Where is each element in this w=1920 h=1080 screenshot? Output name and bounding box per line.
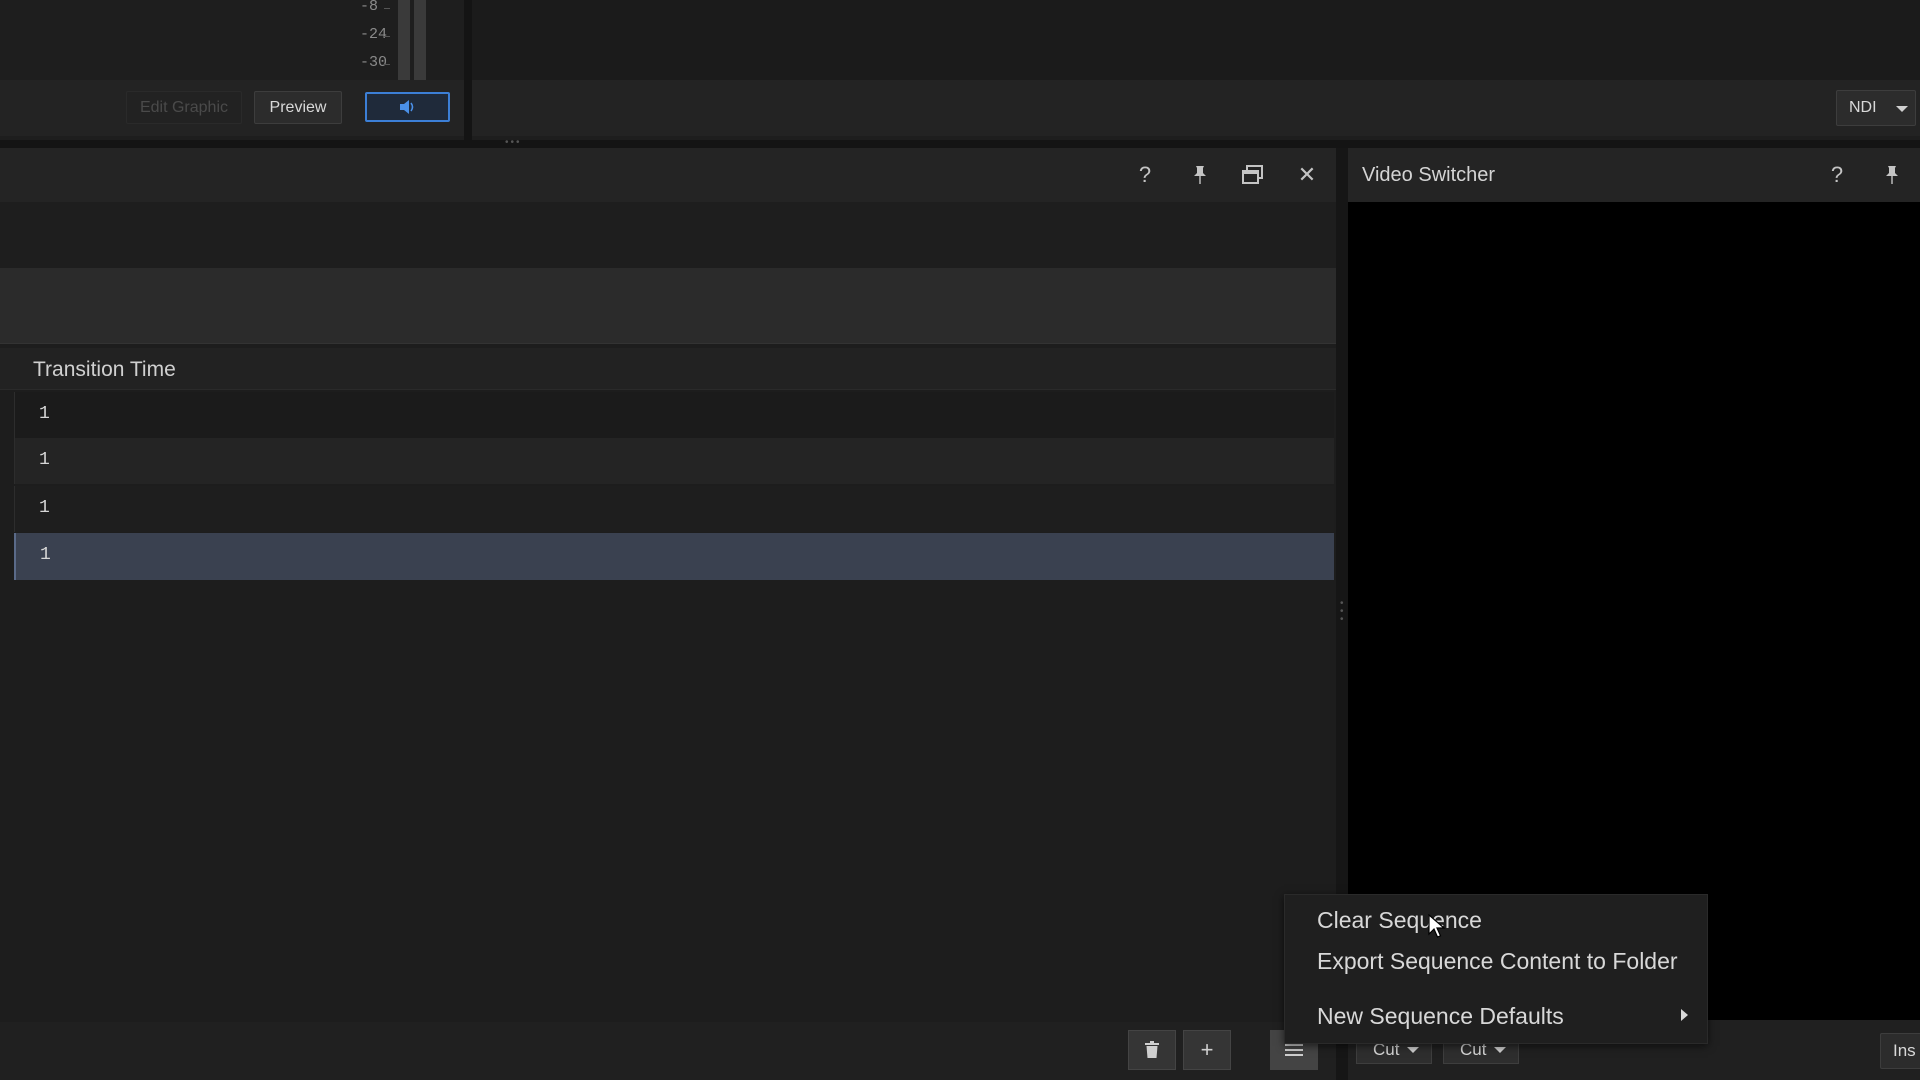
chevron-down-icon	[1896, 106, 1908, 112]
table-row[interactable]: 1	[14, 486, 1334, 532]
pin-icon[interactable]	[1877, 160, 1907, 190]
speaker-toggle-button[interactable]	[365, 92, 450, 122]
sequence-preview-strip	[0, 268, 1336, 344]
preview-button[interactable]: Preview	[254, 91, 342, 124]
speaker-icon	[399, 100, 413, 114]
meter-tick	[384, 64, 390, 65]
splitter-grip-icon[interactable]: •••	[1340, 599, 1344, 630]
plus-icon: +	[1200, 1037, 1214, 1062]
delete-button[interactable]	[1128, 1030, 1176, 1070]
output-panel	[472, 0, 1920, 80]
transition-time-cell: 1	[40, 545, 51, 565]
panel-splitter[interactable]	[464, 0, 472, 140]
splitter-grip-icon[interactable]: •••	[505, 138, 529, 148]
meter-scale-label: -30	[360, 54, 388, 71]
output-controls	[472, 80, 1920, 136]
close-icon[interactable]: ✕	[1292, 160, 1322, 190]
transition-time-cell: 1	[39, 450, 50, 470]
audio-meter-bar-right	[414, 0, 426, 80]
transition-time-cell: 1	[39, 404, 50, 424]
pin-icon[interactable]	[1185, 160, 1215, 190]
submenu-arrow-icon	[1681, 1009, 1688, 1021]
restore-window-icon[interactable]	[1238, 160, 1268, 190]
table-row[interactable]: 1	[14, 392, 1334, 438]
help-icon[interactable]: ?	[1130, 160, 1160, 190]
menu-item-new-sequence-defaults[interactable]: New Sequence Defaults	[1317, 1003, 1564, 1030]
meter-scale-label: -24	[360, 26, 388, 43]
ndi-select-label: NDI	[1849, 99, 1877, 116]
menu-item-export-sequence[interactable]: Export Sequence Content to Folder	[1317, 948, 1678, 975]
menu-icon	[1285, 1044, 1303, 1056]
table-row[interactable]: 1	[14, 438, 1334, 484]
table-header	[0, 348, 1336, 390]
ndi-output-select[interactable]: NDI	[1836, 90, 1916, 126]
help-icon[interactable]: ?	[1822, 160, 1852, 190]
trash-icon	[1145, 1041, 1159, 1058]
insert-button[interactable]: Ins	[1880, 1033, 1920, 1069]
chevron-down-icon	[1494, 1047, 1506, 1053]
mouse-cursor-icon	[1428, 914, 1446, 938]
sequence-toolbar	[0, 202, 1336, 268]
context-menu: Clear Sequence Export Sequence Content t…	[1284, 894, 1708, 1044]
column-header-transition-time[interactable]: Transition Time	[33, 358, 176, 382]
meter-tick	[384, 8, 390, 9]
chevron-down-icon	[1407, 1047, 1419, 1053]
audio-meter-bar-left	[398, 0, 410, 80]
meter-scale-label: -8	[360, 0, 379, 15]
menu-item-clear-sequence[interactable]: Clear Sequence	[1317, 907, 1482, 934]
edit-graphic-button[interactable]: Edit Graphic	[126, 91, 242, 124]
meter-tick	[384, 36, 390, 37]
audio-meter-scale: -8 -24 -30	[352, 0, 396, 80]
table-row-selected[interactable]: 1	[14, 533, 1334, 580]
sequence-panel-header: ? ✕	[0, 148, 1336, 202]
add-button[interactable]: +	[1183, 1030, 1231, 1070]
transition-time-cell: 1	[39, 498, 50, 518]
horizontal-splitter[interactable]	[0, 140, 1920, 148]
panel-title: Video Switcher	[1362, 164, 1496, 186]
